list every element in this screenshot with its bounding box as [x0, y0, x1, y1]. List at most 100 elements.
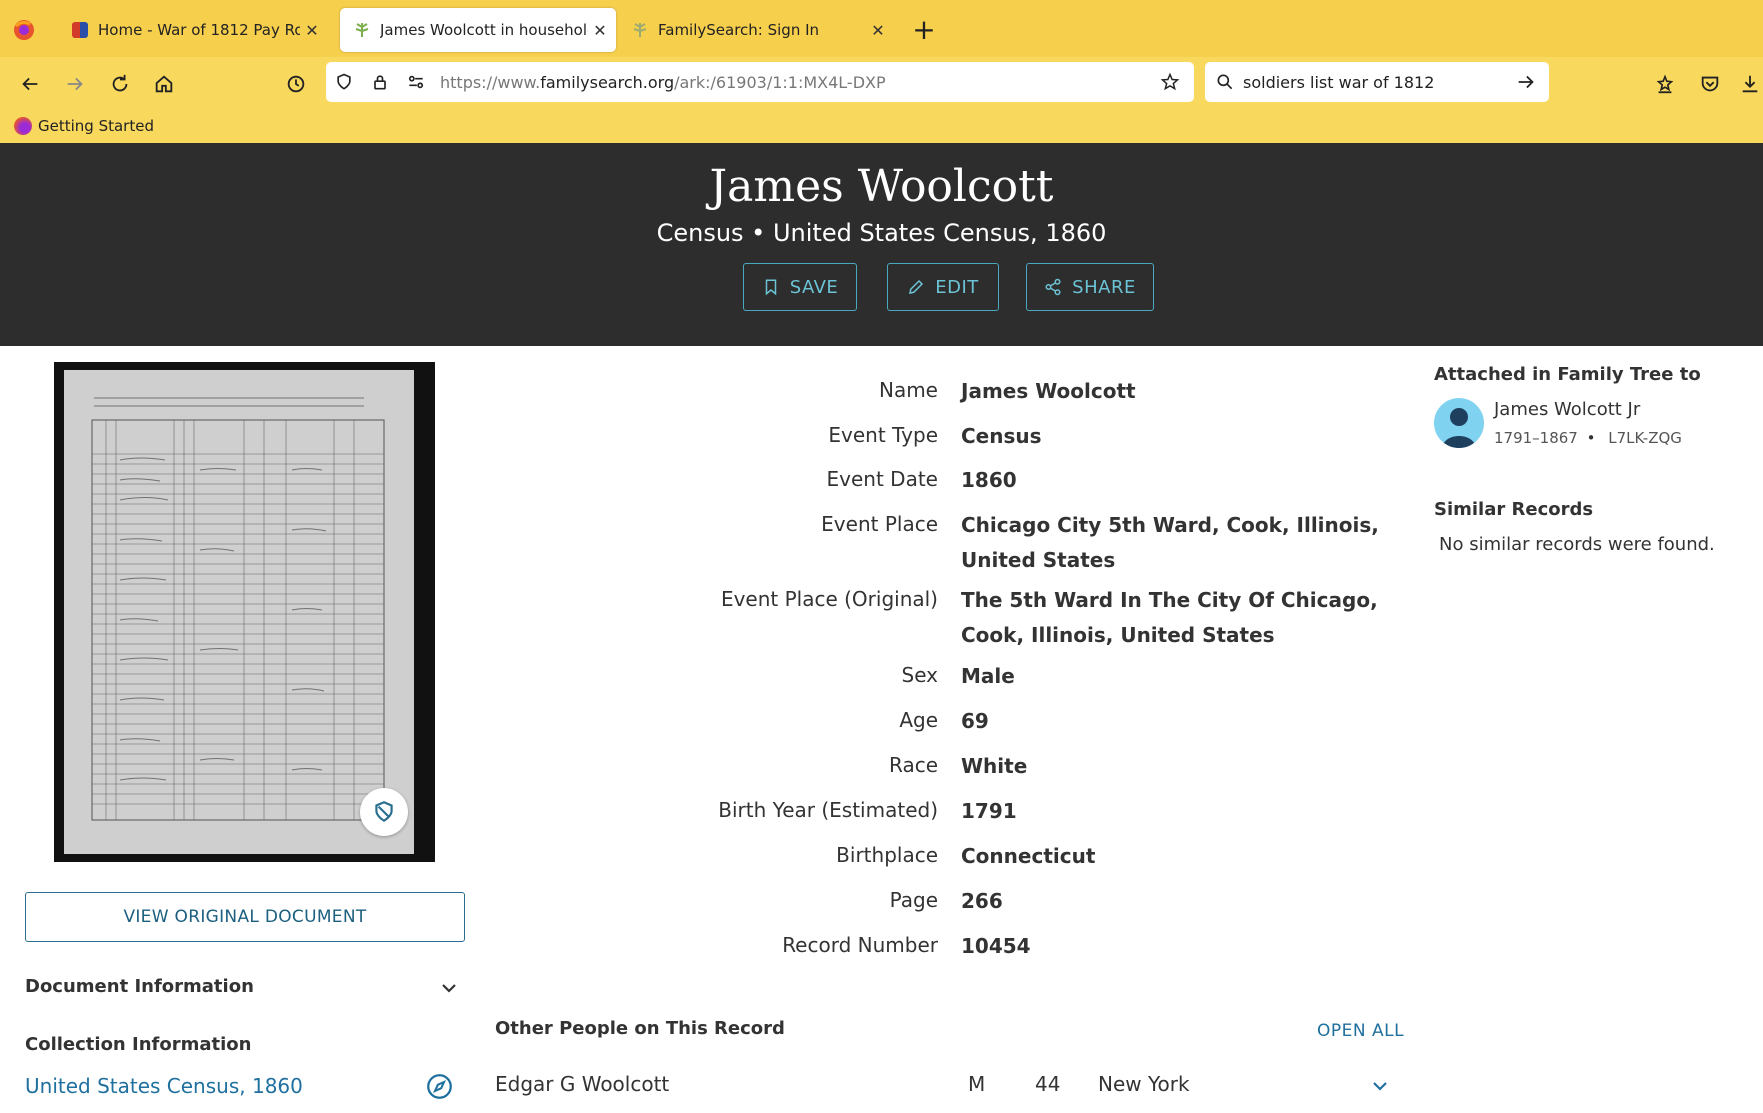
compass-icon[interactable] [426, 1073, 453, 1104]
back-button[interactable] [12, 66, 48, 102]
attached-family-tree-heading: Attached in Family Tree to [1434, 364, 1701, 385]
fact-value: 1791 [961, 799, 1017, 823]
home-button[interactable] [146, 66, 182, 102]
close-tab-icon[interactable]: ✕ [300, 21, 324, 40]
fact-value: 266 [961, 889, 1003, 913]
book-favicon-icon [72, 22, 88, 38]
search-icon [1215, 72, 1235, 92]
fact-value: Chicago City 5th Ward, Cook, Illinois, U… [961, 513, 1379, 572]
other-people-heading: Other People on This Record [495, 1018, 785, 1039]
restricted-image-badge[interactable] [360, 788, 408, 836]
bookmarks-toolbar: Getting Started [0, 109, 1763, 143]
share-button[interactable]: SHARE [1026, 263, 1154, 311]
tab-james-woolcott[interactable]: James Woolcott in household o ✕ [340, 8, 616, 52]
fact-label: Name [878, 378, 938, 402]
bookmark-getting-started[interactable]: Getting Started [14, 117, 154, 135]
url-domain: familysearch.org [540, 72, 675, 92]
open-all-button[interactable]: OPEN ALL [1317, 1021, 1404, 1041]
forward-arrow-icon [67, 77, 83, 91]
fact-label: Event Place (Original) [720, 587, 938, 611]
document-image-thumbnail[interactable] [54, 362, 435, 862]
pencil-icon [909, 279, 924, 294]
similar-records-heading: Similar Records [1434, 499, 1594, 520]
page-title: James Woolcott [709, 161, 1054, 212]
fact-value: James Woolcott [961, 379, 1136, 403]
fact-value: 69 [961, 709, 989, 733]
permissions-icon[interactable] [398, 62, 434, 102]
firefox-icon[interactable] [12, 18, 36, 42]
person-silhouette-icon [1442, 408, 1476, 448]
search-bar[interactable]: soldiers list war of 1812 [1205, 62, 1549, 102]
similar-records-message: No similar records were found. [1439, 534, 1715, 555]
close-tab-icon[interactable]: ✕ [866, 21, 890, 40]
person-age: 44 [1035, 1072, 1061, 1096]
fact-value: Connecticut [961, 844, 1096, 868]
tab-war-of-1812[interactable]: Home - War of 1812 Pay Rolls a ✕ [58, 8, 328, 52]
share-icon [1045, 278, 1061, 296]
url-bar[interactable]: https://www.familysearch.org/ark:/61903/… [326, 62, 1194, 102]
history-button[interactable] [278, 66, 314, 102]
shield-icon[interactable] [326, 62, 362, 102]
back-arrow-icon [22, 77, 38, 91]
pocket-button[interactable] [1692, 66, 1728, 102]
library-button[interactable] [1647, 66, 1683, 102]
clock-icon [287, 75, 305, 93]
url-path: /ark:/61903/1:1:MX4L-DXP [674, 72, 886, 92]
search-go-arrow-icon[interactable] [1515, 71, 1537, 93]
download-icon [1742, 75, 1758, 93]
familysearch-tree-icon [632, 22, 648, 38]
family-tree-person-info: 1791–1867 • L7LK-ZQG [1494, 429, 1682, 447]
save-button[interactable]: SAVE [743, 263, 857, 311]
browser-tab-bar: Home - War of 1812 Pay Rolls a ✕ James W… [0, 0, 1763, 57]
document-information-heading[interactable]: Document Information [25, 976, 254, 997]
fact-label: Birthplace [836, 843, 938, 867]
fact-label: Birth Year (Estimated) [718, 798, 938, 822]
fact-value: Census [961, 424, 1042, 448]
search-input[interactable]: soldiers list war of 1812 [1243, 73, 1515, 92]
fact-value: Male [961, 664, 1015, 688]
fact-label: Event Type [828, 423, 938, 447]
census-page-image [64, 370, 414, 854]
person-sex: M [968, 1072, 986, 1096]
fact-label: Event Place [821, 512, 938, 536]
view-original-document-button[interactable]: VIEW ORIGINAL DOCUMENT [25, 892, 465, 942]
record-header: James Woolcott Census • United States Ce… [0, 143, 1763, 346]
avatar[interactable] [1434, 398, 1484, 448]
tab-familysearch-sign-in[interactable]: FamilySearch: Sign In ✕ [618, 8, 894, 52]
lock-icon[interactable] [362, 62, 398, 102]
star-bookmark-icon[interactable] [1152, 62, 1188, 102]
tab-label: James Woolcott in household o [380, 21, 588, 39]
firefox-icon [14, 117, 32, 135]
fact-label: Age [899, 708, 938, 732]
reload-icon [112, 74, 128, 92]
fact-value: White [961, 754, 1028, 778]
person-id: L7LK-ZQG [1608, 429, 1682, 447]
close-tab-icon[interactable]: ✕ [588, 21, 612, 40]
forward-button[interactable] [57, 66, 93, 102]
bookmark-icon [765, 279, 776, 296]
save-button-label: SAVE [789, 276, 839, 298]
home-icon [155, 75, 173, 93]
fact-value: 10454 [961, 934, 1031, 958]
bookmark-label: Getting Started [38, 117, 154, 135]
chevron-down-icon[interactable] [437, 976, 461, 1004]
save-to-library-icon [1656, 74, 1674, 94]
collection-link[interactable]: United States Census, 1860 [25, 1074, 303, 1098]
fact-label: Event Date [826, 467, 938, 491]
person-name-link[interactable]: Edgar G Woolcott [495, 1072, 669, 1096]
family-tree-person-name[interactable]: James Wolcott Jr [1494, 399, 1640, 420]
fact-value: The 5th Ward In The City Of Chicago, Coo… [961, 588, 1378, 647]
new-tab-button[interactable]: + [906, 12, 942, 48]
pocket-icon [1701, 76, 1719, 92]
person-lifespan: 1791–1867 [1494, 429, 1578, 447]
fact-value: 1860 [961, 468, 1017, 492]
tab-label: Home - War of 1812 Pay Rolls a [98, 21, 300, 39]
chevron-down-icon[interactable] [1368, 1074, 1392, 1102]
downloads-button[interactable] [1737, 66, 1763, 102]
person-birthplace: New York [1098, 1072, 1190, 1096]
url-text[interactable]: https://www.familysearch.org/ark:/61903/… [440, 73, 1152, 92]
familysearch-tree-icon [354, 22, 370, 38]
share-button-label: SHARE [1072, 276, 1136, 298]
edit-button[interactable]: EDIT [887, 263, 999, 311]
reload-button[interactable] [102, 66, 138, 102]
